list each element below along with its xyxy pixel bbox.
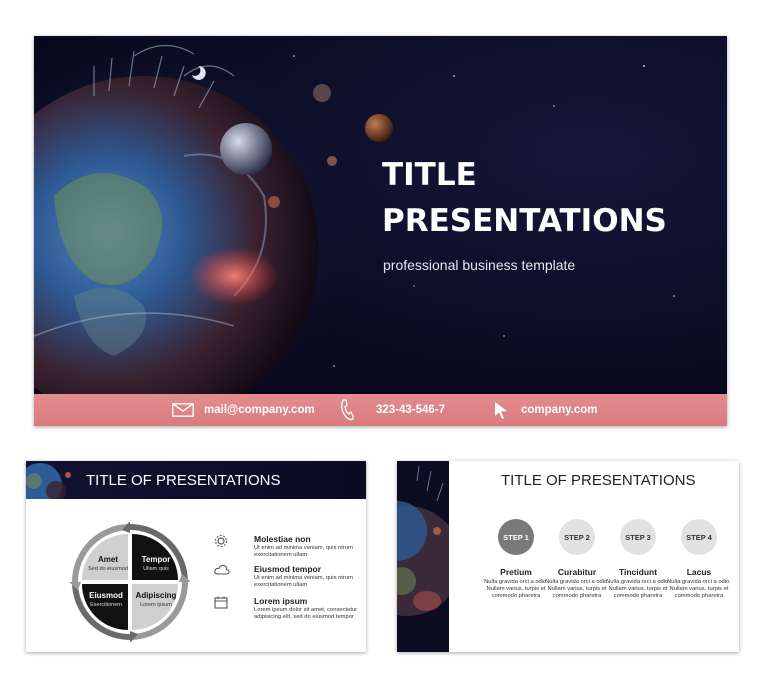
step-desc: Nulla gravida orci a odio. Nullam varius… xyxy=(484,579,548,599)
email-text: mail@company.com xyxy=(204,404,315,416)
cycle-diagram xyxy=(70,522,190,642)
step-badge: STEP 1 xyxy=(498,519,534,555)
step-name: Curabitur xyxy=(557,567,597,577)
slide-subtitle: professional business template xyxy=(383,257,576,273)
quadrant-sub: Lorem ipsum xyxy=(140,602,172,608)
step-item: STEP 1 Pretium Nulla gravida orci a odio… xyxy=(481,519,551,600)
slide-header-banner: TITLE OF PRESENTATIONS xyxy=(26,461,366,499)
contact-footer-bar: mail@company.com 323-43-546-7 company.co… xyxy=(34,394,727,426)
step-name: Tincidunt xyxy=(618,567,658,577)
cycle-diagram-slide[interactable]: TITLE OF PRESENTATIONS Amet Sed do eiusm… xyxy=(26,461,366,652)
feature-desc: Ut enim ad minima veniam, quis ntrum exe… xyxy=(254,575,353,588)
envelope-icon xyxy=(172,403,194,417)
footer-website[interactable]: company.com xyxy=(493,394,597,426)
feature-desc: Lorem ipsum dolor sit amet, consectetur … xyxy=(254,607,358,620)
step-badge: STEP 3 xyxy=(620,519,656,555)
step-desc: Nulla gravida orci a odio. Nullam varius… xyxy=(606,579,670,599)
step-item: STEP 4 Lacus Nulla gravida orci a odio. … xyxy=(664,519,734,600)
title-line-1: TITLE xyxy=(382,157,477,193)
feature-desc: Ut enim ad minima veniam, quis ntrum exe… xyxy=(254,545,353,558)
main-title-slide[interactable]: TITLE PRESENTATIONS professional busines… xyxy=(34,36,727,426)
quadrant-label: Tempor xyxy=(141,555,171,564)
steps-slide[interactable]: TITLE OF PRESENTATIONS STEP 1 Pretium Nu… xyxy=(397,461,739,652)
title-line-2: PRESENTATIONS xyxy=(382,203,667,239)
step-item: STEP 3 Tincidunt Nulla gravida orci a od… xyxy=(603,519,673,600)
slide-title: TITLE OF PRESENTATIONS xyxy=(86,472,281,489)
cloud-icon xyxy=(214,564,230,575)
step-item: STEP 2 Curabitur Nulla gravida orci a od… xyxy=(542,519,612,600)
phone-icon xyxy=(341,399,354,421)
quadrant-label: Adipiscing xyxy=(135,591,177,600)
planet-thumbnail-art xyxy=(26,463,71,499)
gear-icon xyxy=(215,535,227,547)
calendar-icon xyxy=(214,596,228,609)
footer-email[interactable]: mail@company.com xyxy=(172,394,315,426)
planet-side-strip-art xyxy=(397,461,449,652)
cursor-icon xyxy=(495,402,507,419)
slide-title: TITLE PRESENTATIONS xyxy=(382,152,667,244)
step-badge: STEP 2 xyxy=(559,519,595,555)
step-name: Pretium xyxy=(500,567,532,577)
step-desc: Nulla gravida orci a odio. Nullam varius… xyxy=(545,579,609,599)
website-text: company.com xyxy=(521,404,598,416)
feature-title: Molestiae non xyxy=(254,534,311,544)
step-name: Lacus xyxy=(686,567,712,577)
feature-title: Eiusmod tempor xyxy=(254,564,322,574)
step-desc: Nulla gravida orci a odio. Nullam varius… xyxy=(667,579,731,599)
phone-text: 323-43-546-7 xyxy=(376,404,446,416)
quadrant-sub: Ullam quis xyxy=(143,566,169,572)
step-badge: STEP 4 xyxy=(681,519,717,555)
footer-phone[interactable]: 323-43-546-7 xyxy=(340,394,445,426)
feature-title: Lorem ipsum xyxy=(254,596,308,606)
slide-title: TITLE OF PRESENTATIONS xyxy=(501,472,696,489)
